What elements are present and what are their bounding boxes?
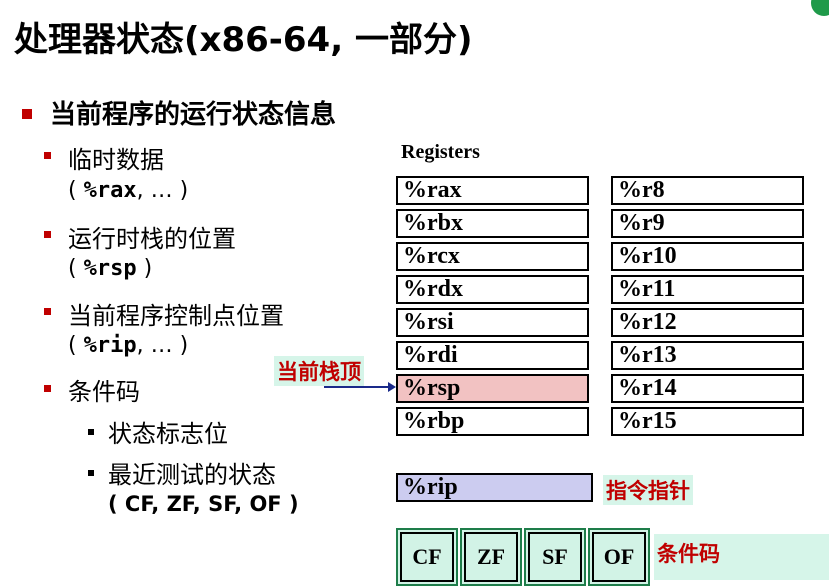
registers-label: Registers — [401, 141, 480, 163]
flag-zf: ZF — [464, 532, 518, 582]
sub-item-paren: ( %rax, … ) — [68, 178, 189, 203]
bullet-square-icon — [44, 385, 51, 392]
register-rip: %rip — [396, 473, 593, 502]
register-rbx: %rbx — [396, 209, 589, 238]
register-rax: %rax — [396, 176, 589, 205]
register-r8: %r8 — [611, 176, 804, 205]
cc-item-label: 最近测试的状态 — [108, 461, 276, 489]
register-rdx: %rdx — [396, 275, 589, 304]
sub-item-paren: ( %rsp ) — [68, 256, 153, 281]
cc-item-label: 状态标志位 — [108, 420, 228, 448]
register-r13: %r13 — [611, 341, 804, 370]
register-r15: %r15 — [611, 407, 804, 436]
sub-item-label: 当前程序控制点位置 — [68, 302, 284, 330]
corner-badge-icon — [811, 0, 829, 16]
bullet-square-icon — [44, 152, 51, 159]
register-r14: %r14 — [611, 374, 804, 403]
sub-item-label: 临时数据 — [68, 146, 164, 174]
page-title: 处理器状态(x86-64, 一部分) — [14, 20, 473, 60]
bullet-square-icon — [88, 470, 94, 476]
register-r10: %r10 — [611, 242, 804, 271]
flag-cf: CF — [400, 532, 454, 582]
register-r12: %r12 — [611, 308, 804, 337]
register-r11: %r11 — [611, 275, 804, 304]
main-bullet-text: 当前程序的运行状态信息 — [50, 100, 337, 130]
cc-item-paren: ( CF, ZF, SF, OF ) — [108, 492, 299, 516]
callout-condition-codes: 条件码 — [654, 534, 829, 580]
register-rbp: %rbp — [396, 407, 589, 436]
bullet-square-icon — [22, 109, 32, 119]
callout-instruction-pointer: 指令指针 — [603, 475, 693, 505]
sub-item-label: 运行时栈的位置 — [68, 225, 236, 253]
arrow-right-icon — [324, 382, 396, 392]
bullet-square-icon — [44, 308, 51, 315]
sub-item-label: 条件码 — [68, 378, 140, 406]
flag-of: OF — [592, 532, 646, 582]
bullet-square-icon — [44, 231, 51, 238]
sub-item-paren: ( %rip, … ) — [68, 333, 189, 358]
register-r9: %r9 — [611, 209, 804, 238]
register-rcx: %rcx — [396, 242, 589, 271]
flag-sf: SF — [528, 532, 582, 582]
bullet-square-icon — [88, 429, 94, 435]
register-rsi: %rsi — [396, 308, 589, 337]
register-rdi: %rdi — [396, 341, 589, 370]
register-rsp: %rsp — [396, 374, 589, 403]
